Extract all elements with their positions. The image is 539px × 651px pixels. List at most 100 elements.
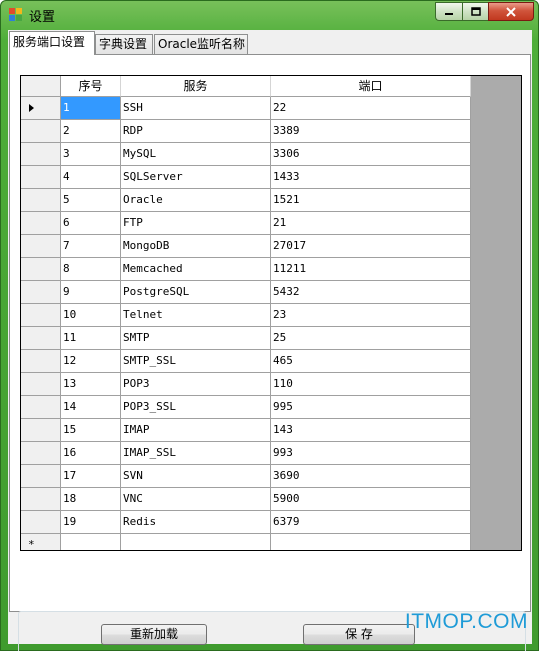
cell-port[interactable] — [271, 534, 471, 550]
table-row[interactable]: 18 VNC 5900 — [21, 488, 471, 511]
tab-dictionary[interactable]: 字典设置 — [95, 34, 153, 54]
row-header[interactable] — [21, 419, 61, 442]
row-header[interactable] — [21, 373, 61, 396]
cell-service[interactable]: SQLServer — [121, 166, 271, 189]
column-header-port[interactable]: 端口 — [271, 76, 471, 97]
new-row[interactable]: * — [21, 534, 471, 550]
table-row[interactable]: 2 RDP 3389 — [21, 120, 471, 143]
table-row[interactable]: 15 IMAP 143 — [21, 419, 471, 442]
table-row[interactable]: 3 MySQL 3306 — [21, 143, 471, 166]
cell-index[interactable]: 8 — [61, 258, 121, 281]
cell-port[interactable]: 3389 — [271, 120, 471, 143]
cell-index[interactable]: 4 — [61, 166, 121, 189]
table-row[interactable]: 14 POP3_SSL 995 — [21, 396, 471, 419]
row-header[interactable] — [21, 120, 61, 143]
row-header[interactable] — [21, 258, 61, 281]
cell-port[interactable]: 993 — [271, 442, 471, 465]
cell-index[interactable]: 16 — [61, 442, 121, 465]
table-row[interactable]: 12 SMTP_SSL 465 — [21, 350, 471, 373]
cell-service[interactable]: MySQL — [121, 143, 271, 166]
cell-service[interactable]: IMAP — [121, 419, 271, 442]
cell-port[interactable]: 6379 — [271, 511, 471, 534]
cell-port[interactable]: 21 — [271, 212, 471, 235]
cell-service[interactable]: SSH — [121, 97, 271, 120]
cell-index[interactable]: 2 — [61, 120, 121, 143]
row-header[interactable] — [21, 442, 61, 465]
cell-port[interactable]: 3306 — [271, 143, 471, 166]
cell-port[interactable]: 143 — [271, 419, 471, 442]
row-header[interactable] — [21, 488, 61, 511]
cell-port[interactable]: 27017 — [271, 235, 471, 258]
save-button[interactable]: 保 存 — [303, 624, 415, 645]
row-header[interactable] — [21, 465, 61, 488]
cell-index[interactable]: 9 — [61, 281, 121, 304]
cell-port[interactable]: 25 — [271, 327, 471, 350]
maximize-button[interactable] — [462, 2, 488, 21]
cell-service[interactable]: PostgreSQL — [121, 281, 271, 304]
table-row[interactable]: 11 SMTP 25 — [21, 327, 471, 350]
cell-port[interactable]: 1433 — [271, 166, 471, 189]
cell-service[interactable]: RDP — [121, 120, 271, 143]
row-header[interactable] — [21, 281, 61, 304]
table-row[interactable]: 16 IMAP_SSL 993 — [21, 442, 471, 465]
cell-index[interactable]: 7 — [61, 235, 121, 258]
cell-port[interactable]: 5432 — [271, 281, 471, 304]
row-header[interactable] — [21, 143, 61, 166]
cell-port[interactable]: 23 — [271, 304, 471, 327]
table-row[interactable]: 19 Redis 6379 — [21, 511, 471, 534]
cell-index[interactable]: 14 — [61, 396, 121, 419]
cell-index[interactable]: 5 — [61, 189, 121, 212]
cell-service[interactable]: FTP — [121, 212, 271, 235]
cell-service[interactable]: Memcached — [121, 258, 271, 281]
cell-port[interactable]: 110 — [271, 373, 471, 396]
ports-grid[interactable]: 序号 服务 端口 1 SSH 22 2 RDP 3389 3 MySQL 3306 4 SQLSer… — [20, 75, 522, 551]
cell-port[interactable]: 465 — [271, 350, 471, 373]
cell-port[interactable]: 3690 — [271, 465, 471, 488]
cell-service[interactable]: POP3_SSL — [121, 396, 271, 419]
cell-index[interactable]: 1 — [61, 97, 121, 120]
cell-service[interactable] — [121, 534, 271, 550]
cell-index[interactable]: 19 — [61, 511, 121, 534]
table-row[interactable]: 17 SVN 3690 — [21, 465, 471, 488]
cell-index[interactable]: 11 — [61, 327, 121, 350]
cell-index[interactable]: 17 — [61, 465, 121, 488]
reload-button[interactable]: 重新加载 — [101, 624, 207, 645]
row-header[interactable]: * — [21, 534, 61, 550]
table-row[interactable]: 9 PostgreSQL 5432 — [21, 281, 471, 304]
cell-port[interactable]: 22 — [271, 97, 471, 120]
cell-index[interactable]: 13 — [61, 373, 121, 396]
cell-service[interactable]: POP3 — [121, 373, 271, 396]
cell-service[interactable]: SMTP_SSL — [121, 350, 271, 373]
table-row[interactable]: 8 Memcached 11211 — [21, 258, 471, 281]
cell-service[interactable]: Oracle — [121, 189, 271, 212]
close-button[interactable] — [488, 2, 534, 21]
cell-port[interactable]: 5900 — [271, 488, 471, 511]
table-row[interactable]: 6 FTP 21 — [21, 212, 471, 235]
column-header-service[interactable]: 服务 — [121, 76, 271, 97]
row-header[interactable] — [21, 235, 61, 258]
cell-service[interactable]: IMAP_SSL — [121, 442, 271, 465]
cell-service[interactable]: MongoDB — [121, 235, 271, 258]
row-header[interactable] — [21, 350, 61, 373]
cell-service[interactable]: SVN — [121, 465, 271, 488]
row-header[interactable] — [21, 511, 61, 534]
cell-index[interactable] — [61, 534, 121, 550]
table-row[interactable]: 10 Telnet 23 — [21, 304, 471, 327]
table-row[interactable]: 5 Oracle 1521 — [21, 189, 471, 212]
table-row[interactable]: 1 SSH 22 — [21, 97, 471, 120]
cell-port[interactable]: 1521 — [271, 189, 471, 212]
row-header[interactable] — [21, 166, 61, 189]
row-header[interactable] — [21, 212, 61, 235]
cell-service[interactable]: Redis — [121, 511, 271, 534]
cell-service[interactable]: SMTP — [121, 327, 271, 350]
cell-index[interactable]: 15 — [61, 419, 121, 442]
table-row[interactable]: 13 POP3 110 — [21, 373, 471, 396]
row-header[interactable] — [21, 327, 61, 350]
tab-oracle-listener[interactable]: Oracle监听名称 — [154, 34, 248, 54]
cell-port[interactable]: 995 — [271, 396, 471, 419]
cell-index[interactable]: 12 — [61, 350, 121, 373]
row-header[interactable] — [21, 97, 61, 120]
cell-index[interactable]: 10 — [61, 304, 121, 327]
cell-index[interactable]: 18 — [61, 488, 121, 511]
table-row[interactable]: 7 MongoDB 27017 — [21, 235, 471, 258]
